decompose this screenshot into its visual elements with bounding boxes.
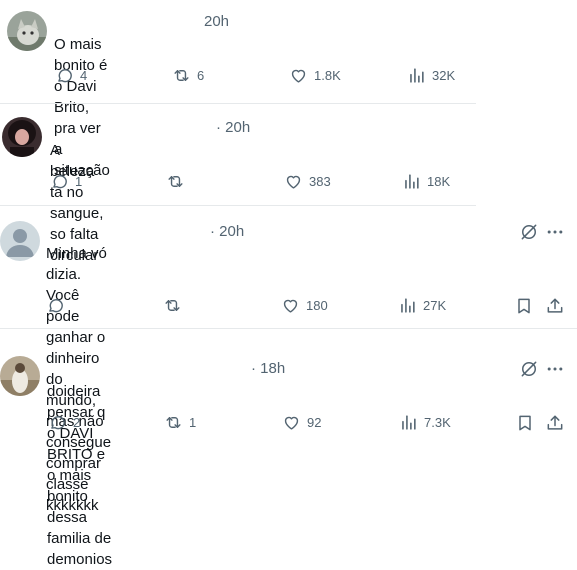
divider bbox=[0, 103, 476, 104]
views-button[interactable]: 32K bbox=[407, 66, 455, 85]
repost-count: 6 bbox=[197, 68, 205, 83]
views-count: 27K bbox=[423, 298, 447, 313]
views-count: 32K bbox=[432, 68, 456, 83]
reply-count: 2 bbox=[73, 415, 81, 430]
reply-time[interactable]: · 20h bbox=[210, 223, 244, 240]
like-count: 180 bbox=[306, 298, 328, 313]
reply-time[interactable]: · 18h bbox=[251, 360, 285, 377]
divider bbox=[0, 328, 577, 329]
avatar[interactable] bbox=[0, 221, 40, 261]
share-icon[interactable] bbox=[545, 413, 565, 433]
grok-icon[interactable] bbox=[519, 222, 539, 242]
comment-icon bbox=[55, 66, 74, 85]
comment-icon bbox=[46, 296, 65, 315]
analytics-icon bbox=[407, 66, 426, 85]
share-icon[interactable] bbox=[545, 296, 565, 316]
avatar[interactable] bbox=[2, 117, 42, 157]
repost-count: 1 bbox=[189, 415, 197, 430]
heart-icon bbox=[281, 296, 300, 315]
views-button[interactable]: 7.3K bbox=[399, 413, 451, 432]
heart-icon bbox=[284, 172, 303, 191]
repost-icon bbox=[163, 296, 182, 315]
repost-button[interactable]: 1 bbox=[164, 413, 196, 432]
analytics-icon bbox=[399, 413, 418, 432]
reply-button[interactable]: 1 bbox=[50, 172, 82, 191]
divider bbox=[0, 205, 476, 206]
repost-button[interactable] bbox=[163, 296, 188, 315]
comment-icon bbox=[48, 413, 67, 432]
repost-icon bbox=[172, 66, 191, 85]
repost-icon bbox=[166, 172, 185, 191]
reply-text: doideira pensar q o DAVI BRITO e o mais … bbox=[47, 383, 113, 568]
analytics-icon bbox=[402, 172, 421, 191]
avatar[interactable] bbox=[0, 356, 40, 396]
heart-icon bbox=[289, 66, 308, 85]
views-button[interactable]: 18K bbox=[402, 172, 450, 191]
heart-icon bbox=[282, 413, 301, 432]
like-count: 92 bbox=[307, 415, 322, 430]
analytics-icon bbox=[398, 296, 417, 315]
reply-time[interactable]: · 20h bbox=[216, 119, 250, 136]
like-count: 383 bbox=[309, 174, 331, 189]
reply-button[interactable] bbox=[46, 296, 71, 315]
reply-time[interactable]: 20h bbox=[204, 13, 229, 30]
reply-button[interactable]: 4 bbox=[55, 66, 87, 85]
views-button[interactable]: 27K bbox=[398, 296, 446, 315]
repost-button[interactable]: 6 bbox=[172, 66, 204, 85]
views-count: 7.3K bbox=[424, 415, 451, 430]
reply-button[interactable]: 2 bbox=[48, 413, 80, 432]
like-button[interactable]: 92 bbox=[282, 413, 321, 432]
repost-button[interactable] bbox=[166, 172, 191, 191]
grok-icon[interactable] bbox=[519, 359, 539, 379]
comment-icon bbox=[50, 172, 69, 191]
like-button[interactable]: 180 bbox=[281, 296, 328, 315]
more-icon[interactable] bbox=[545, 359, 565, 379]
like-count: 1.8K bbox=[314, 68, 341, 83]
views-count: 18K bbox=[427, 174, 451, 189]
bookmark-icon[interactable] bbox=[515, 413, 535, 433]
reply-count: 4 bbox=[80, 68, 88, 83]
reply-count: 1 bbox=[75, 174, 83, 189]
like-button[interactable]: 383 bbox=[284, 172, 331, 191]
more-icon[interactable] bbox=[545, 222, 565, 242]
avatar[interactable] bbox=[7, 11, 47, 51]
repost-icon bbox=[164, 413, 183, 432]
like-button[interactable]: 1.8K bbox=[289, 66, 341, 85]
bookmark-icon[interactable] bbox=[514, 296, 534, 316]
